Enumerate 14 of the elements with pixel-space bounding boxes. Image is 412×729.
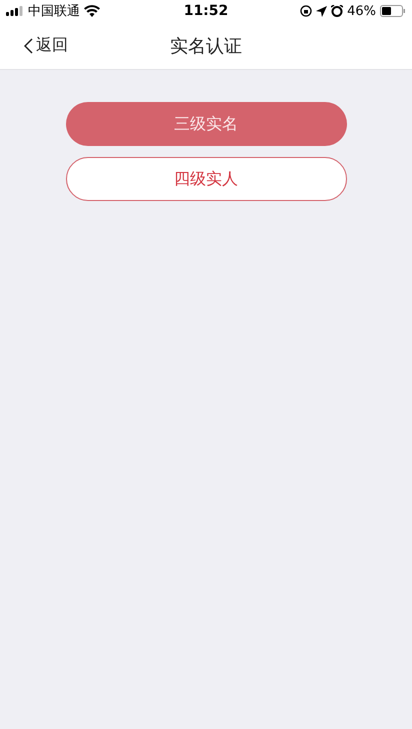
verification-button[interactable]: 四级实人 xyxy=(66,157,346,201)
signal-icon xyxy=(6,6,24,16)
location-icon xyxy=(316,6,328,16)
clock-time: 11:52 xyxy=(184,3,228,19)
verification-button[interactable]: 三级实名 xyxy=(66,102,346,146)
battery-icon xyxy=(380,5,406,17)
battery-percent: 46% xyxy=(347,4,376,18)
alarm-icon xyxy=(331,5,344,17)
page-title: 实名认证 xyxy=(170,34,242,58)
carrier-name: 中国联通 xyxy=(28,3,80,20)
rotation-lock-icon xyxy=(300,5,312,17)
back-button[interactable]: 返回 xyxy=(22,31,70,60)
chevron-left-icon xyxy=(24,38,33,54)
wifi-icon xyxy=(84,5,100,17)
